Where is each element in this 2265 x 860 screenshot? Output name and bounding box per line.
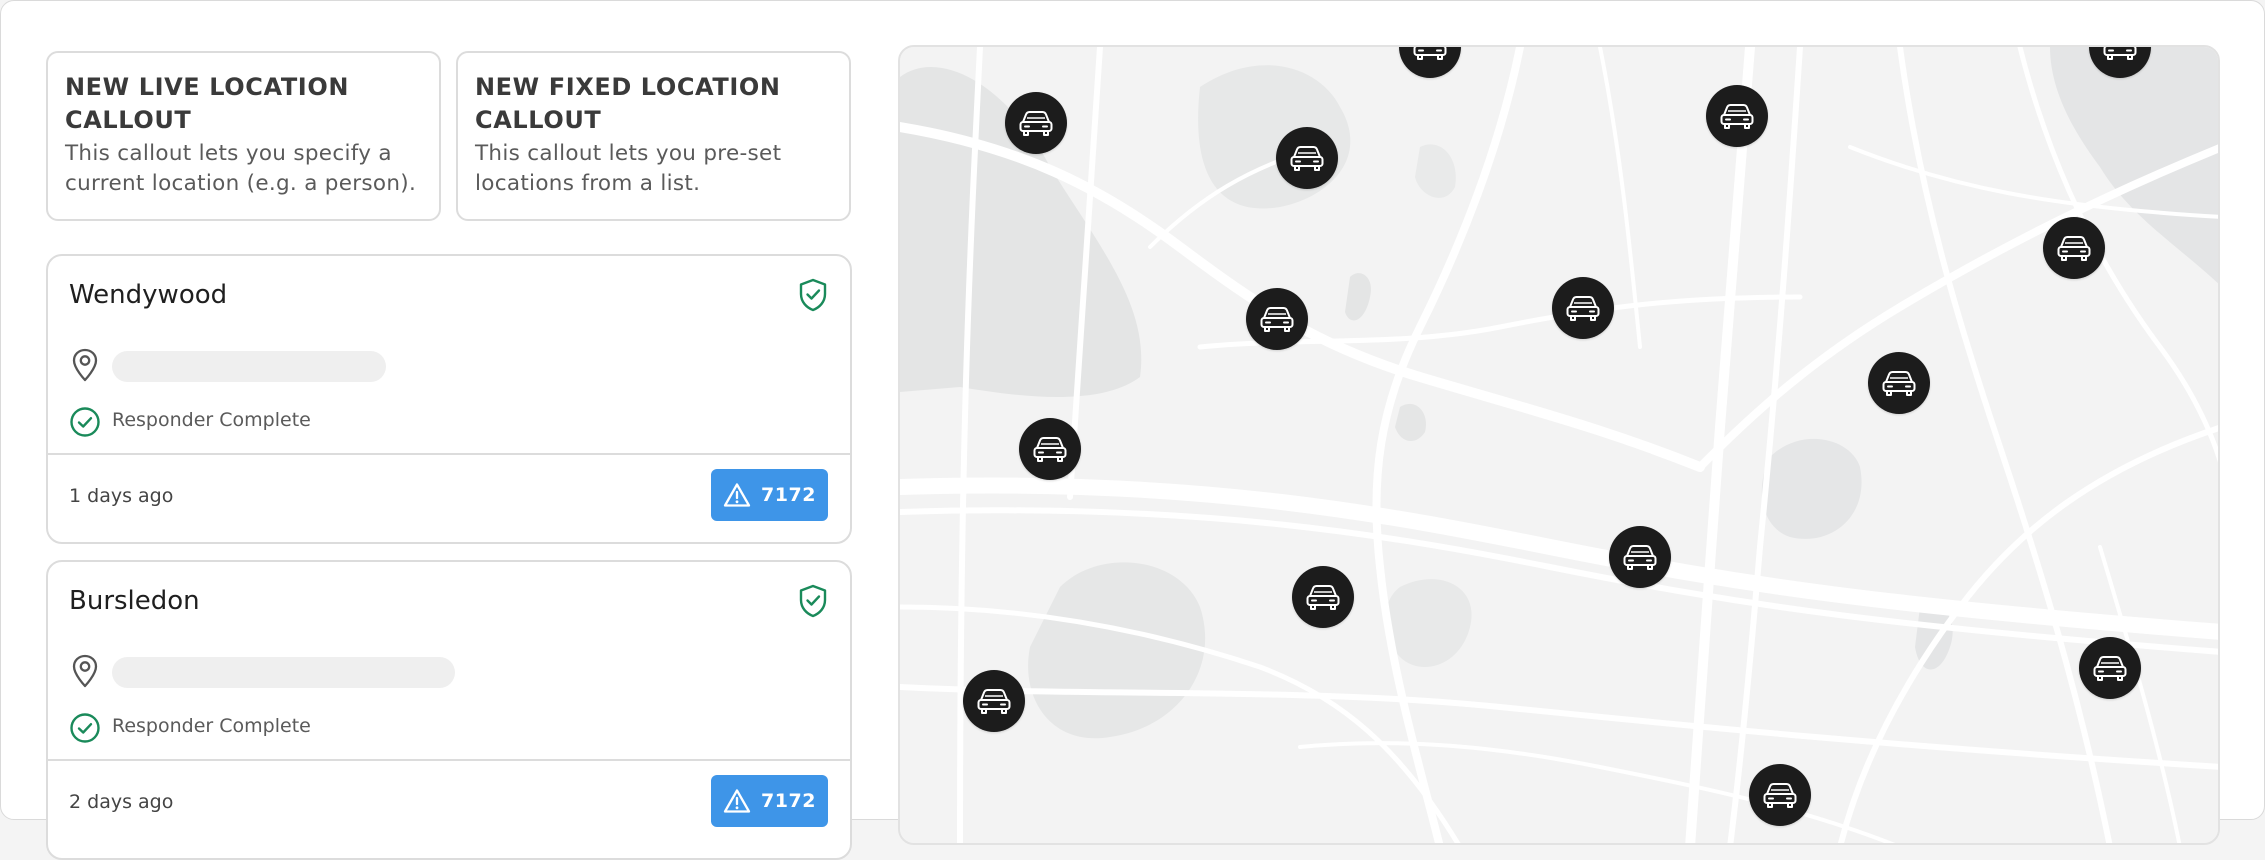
- car-icon: [977, 689, 1011, 714]
- shield-check-icon: [799, 278, 827, 312]
- car-marker[interactable]: [1552, 277, 1614, 339]
- car-icon: [1290, 146, 1324, 171]
- incident-time-ago: 1 days ago: [69, 485, 174, 507]
- incident-map[interactable]: [898, 45, 2220, 845]
- car-marker[interactable]: [1706, 85, 1768, 147]
- warning-triangle-icon: [723, 789, 751, 813]
- car-icon: [1623, 545, 1657, 570]
- car-icon: [1260, 307, 1294, 332]
- alert-count: 7172: [761, 484, 816, 506]
- car-icon: [1763, 783, 1797, 808]
- incident-card[interactable]: Wendywood Responder Complete 1 days ago …: [46, 254, 852, 544]
- card-divider: [48, 759, 850, 761]
- shield-check-icon: [799, 584, 827, 618]
- new-fixed-location-callout-card[interactable]: NEW FIXED LOCATION CALLOUT This callout …: [456, 51, 851, 221]
- alert-count: 7172: [761, 790, 816, 812]
- callout-description: This callout lets you specify a current …: [65, 141, 417, 196]
- new-live-location-callout-card[interactable]: NEW LIVE LOCATION CALLOUT This callout l…: [46, 51, 441, 221]
- car-marker[interactable]: [2043, 217, 2105, 279]
- location-pin-icon: [72, 348, 98, 382]
- location-pin-icon: [72, 654, 98, 688]
- car-marker[interactable]: [1868, 352, 1930, 414]
- car-icon: [2093, 656, 2127, 681]
- alert-count-button[interactable]: 7172: [711, 775, 828, 827]
- car-icon: [1033, 437, 1067, 462]
- address-placeholder: [112, 351, 386, 382]
- car-icon: [1566, 296, 1600, 321]
- car-marker[interactable]: [1292, 566, 1354, 628]
- incident-name: Wendywood: [69, 280, 228, 310]
- car-marker[interactable]: [1246, 288, 1308, 350]
- car-marker[interactable]: [1749, 764, 1811, 826]
- car-icon: [1720, 104, 1754, 129]
- car-icon: [1306, 585, 1340, 610]
- check-circle-icon: [70, 407, 100, 437]
- car-marker[interactable]: [1005, 92, 1067, 154]
- map-background: [900, 47, 2218, 843]
- car-icon: [2057, 236, 2091, 261]
- car-icon: [2103, 47, 2137, 60]
- incident-name: Bursledon: [69, 586, 200, 616]
- incident-time-ago: 2 days ago: [69, 791, 174, 813]
- car-marker[interactable]: [2079, 637, 2141, 699]
- callout-title: NEW LIVE LOCATION CALLOUT: [65, 73, 350, 134]
- callout-title: NEW FIXED LOCATION CALLOUT: [475, 73, 781, 134]
- check-circle-icon: [70, 713, 100, 743]
- incident-card[interactable]: Bursledon Responder Complete 2 days ago …: [46, 560, 852, 860]
- incident-status: Responder Complete: [112, 715, 311, 737]
- warning-triangle-icon: [723, 483, 751, 507]
- card-divider: [48, 453, 850, 455]
- car-marker[interactable]: [1276, 127, 1338, 189]
- alert-count-button[interactable]: 7172: [711, 469, 828, 521]
- car-marker[interactable]: [1609, 526, 1671, 588]
- car-icon: [1882, 371, 1916, 396]
- callout-description: This callout lets you pre-set locations …: [475, 141, 782, 196]
- address-placeholder: [112, 657, 455, 688]
- car-marker[interactable]: [1019, 418, 1081, 480]
- car-icon: [1413, 47, 1447, 60]
- car-marker[interactable]: [963, 670, 1025, 732]
- incident-status: Responder Complete: [112, 409, 311, 431]
- car-icon: [1019, 111, 1053, 136]
